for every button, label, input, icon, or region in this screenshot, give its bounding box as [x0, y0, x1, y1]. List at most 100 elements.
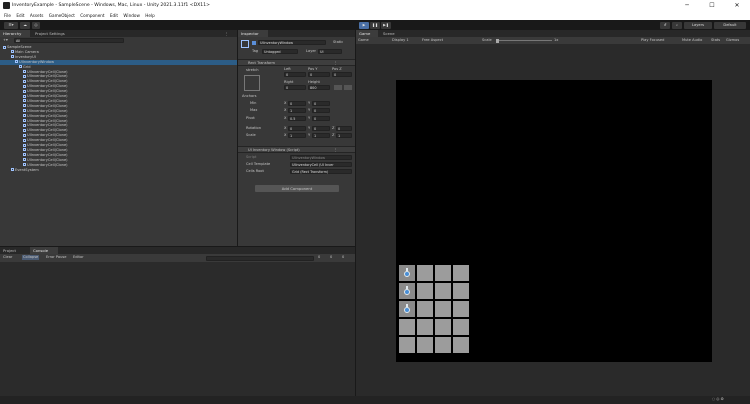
- menu-edit-2[interactable]: Edit: [110, 12, 118, 20]
- pivot-y-field[interactable]: 0: [312, 116, 330, 121]
- log-count[interactable]: 0: [318, 255, 320, 260]
- play-button[interactable]: ▶: [359, 22, 369, 29]
- minimize-button[interactable]: ─: [676, 1, 698, 11]
- inventory-slot[interactable]: [453, 319, 469, 335]
- inventory-slot[interactable]: [435, 319, 451, 335]
- collapse-toggle[interactable]: Collapse: [22, 255, 40, 260]
- hierarchy-row[interactable]: EventSystem: [0, 168, 237, 173]
- menu-window[interactable]: Window: [123, 12, 140, 20]
- aspect-dropdown[interactable]: Free Aspect: [422, 38, 443, 43]
- inventory-slot[interactable]: [435, 337, 451, 353]
- display-dropdown[interactable]: Display 1: [392, 38, 409, 43]
- pos-y-field[interactable]: 0: [308, 72, 330, 77]
- inventory-slot[interactable]: [435, 301, 451, 317]
- inventory-slot[interactable]: [417, 265, 433, 281]
- scale-y-field[interactable]: 1: [312, 133, 330, 138]
- rotation-x-field[interactable]: 0: [288, 126, 306, 131]
- cell-template-field[interactable]: UIInventoryCell (UI Inver: [290, 162, 352, 167]
- pause-button[interactable]: ❚❚: [370, 22, 380, 29]
- editor-dropdown[interactable]: Editor: [73, 255, 84, 260]
- tab-project[interactable]: Project: [0, 247, 28, 254]
- inventory-slot[interactable]: [453, 283, 469, 299]
- menu-component[interactable]: Component: [80, 12, 104, 20]
- warning-count[interactable]: 0: [330, 255, 332, 260]
- tab-project-settings[interactable]: Project Settings: [32, 30, 80, 37]
- scale-slider-handle[interactable]: [496, 38, 499, 43]
- object-name-field[interactable]: UIInventoryWindow: [258, 40, 326, 45]
- menu-gameobject[interactable]: GameObject: [49, 12, 75, 20]
- console-search-input[interactable]: [206, 255, 314, 261]
- close-button[interactable]: ✕: [726, 1, 748, 11]
- scale-slider[interactable]: [496, 40, 552, 41]
- error-count[interactable]: 0: [342, 255, 344, 260]
- add-object-button[interactable]: +▾: [3, 38, 11, 43]
- left-field[interactable]: 0: [284, 72, 306, 77]
- min-y-field[interactable]: 0: [312, 101, 330, 106]
- rotation-y-field[interactable]: 0: [312, 126, 330, 131]
- max-y-field[interactable]: 0: [312, 108, 330, 113]
- tab-inspector[interactable]: Inspector: [238, 30, 268, 37]
- error-pause-toggle[interactable]: Error Pause: [46, 255, 66, 260]
- static-toggle[interactable]: Static: [333, 40, 343, 45]
- inventory-slot[interactable]: [399, 337, 415, 353]
- inventory-slot[interactable]: [453, 337, 469, 353]
- rotation-z-field[interactable]: 0: [336, 126, 352, 131]
- right-field[interactable]: 0: [284, 85, 306, 90]
- mute-audio-toggle[interactable]: Mute Audio: [682, 38, 702, 43]
- scale-z-field[interactable]: 1: [336, 133, 352, 138]
- inventory-slot[interactable]: [417, 283, 433, 299]
- anchors-foldout[interactable]: Anchors: [242, 94, 257, 99]
- collab-icon[interactable]: ◎: [32, 22, 40, 29]
- inventory-slot[interactable]: [453, 265, 469, 281]
- inventory-script-header[interactable]: UI Inventory Window (Script) ⋮: [238, 146, 355, 153]
- menu-file[interactable]: File: [4, 12, 11, 20]
- max-x-field[interactable]: 1: [288, 108, 306, 113]
- tag-dropdown[interactable]: Untagged: [262, 49, 298, 54]
- menu-assets[interactable]: Assets: [30, 12, 44, 20]
- tab-hierarchy[interactable]: Hierarchy: [0, 30, 30, 37]
- layer-dropdown[interactable]: UI: [318, 49, 342, 54]
- inventory-slot[interactable]: [399, 265, 415, 281]
- tab-scene[interactable]: Scene: [380, 30, 402, 37]
- menu-help[interactable]: Help: [145, 12, 155, 20]
- layers-dropdown[interactable]: Layers: [684, 22, 712, 29]
- add-component-button[interactable]: Add Component: [255, 185, 339, 192]
- inventory-slot[interactable]: [435, 283, 451, 299]
- component-menu-icon[interactable]: ⋮: [334, 61, 338, 66]
- search-icon[interactable]: ⌕: [672, 22, 682, 29]
- step-button[interactable]: ▶❚: [381, 22, 391, 29]
- cells-root-field[interactable]: Grid (Rect Transform): [290, 169, 352, 174]
- script-menu-icon[interactable]: ⋮: [334, 148, 338, 153]
- menu-edit[interactable]: Edit: [16, 12, 24, 20]
- anchor-preset-icon[interactable]: [244, 75, 260, 91]
- pivot-x-field[interactable]: 0.5: [288, 116, 306, 121]
- scale-x-field[interactable]: 1: [288, 133, 306, 138]
- inventory-slot[interactable]: [417, 301, 433, 317]
- play-mode-dropdown[interactable]: Play Focused: [641, 38, 664, 43]
- status-icons[interactable]: ◌ ◎ ⚙: [712, 397, 724, 402]
- inventory-slot[interactable]: [399, 301, 415, 317]
- inventory-slot[interactable]: [399, 283, 415, 299]
- panel-menu-icon[interactable]: ⋮: [222, 30, 230, 37]
- gizmos-dropdown[interactable]: Gizmos: [726, 38, 739, 43]
- stats-toggle[interactable]: Stats: [711, 38, 720, 43]
- inventory-slot[interactable]: [435, 265, 451, 281]
- inventory-slot[interactable]: [399, 319, 415, 335]
- hierarchy-search-input[interactable]: All: [14, 38, 124, 43]
- active-checkbox[interactable]: [252, 41, 256, 45]
- view-dropdown[interactable]: Game: [358, 38, 369, 43]
- undo-history-icon[interactable]: ↺: [660, 22, 670, 29]
- clear-button[interactable]: Clear: [3, 255, 12, 260]
- raw-edit-button[interactable]: [344, 85, 352, 90]
- height-field[interactable]: 800: [308, 85, 330, 90]
- rect-transform-header[interactable]: Rect Transform ⋮: [238, 59, 355, 66]
- inventory-slot[interactable]: [417, 337, 433, 353]
- tab-game[interactable]: Game: [356, 30, 378, 37]
- pos-z-field[interactable]: 0: [332, 72, 352, 77]
- blueprint-button[interactable]: [334, 85, 342, 90]
- tab-console[interactable]: Console: [30, 247, 58, 254]
- maximize-button[interactable]: ☐: [701, 1, 723, 11]
- min-x-field[interactable]: 0: [288, 101, 306, 106]
- account-button[interactable]: ☰▾: [4, 22, 18, 29]
- game-viewport[interactable]: [396, 80, 712, 362]
